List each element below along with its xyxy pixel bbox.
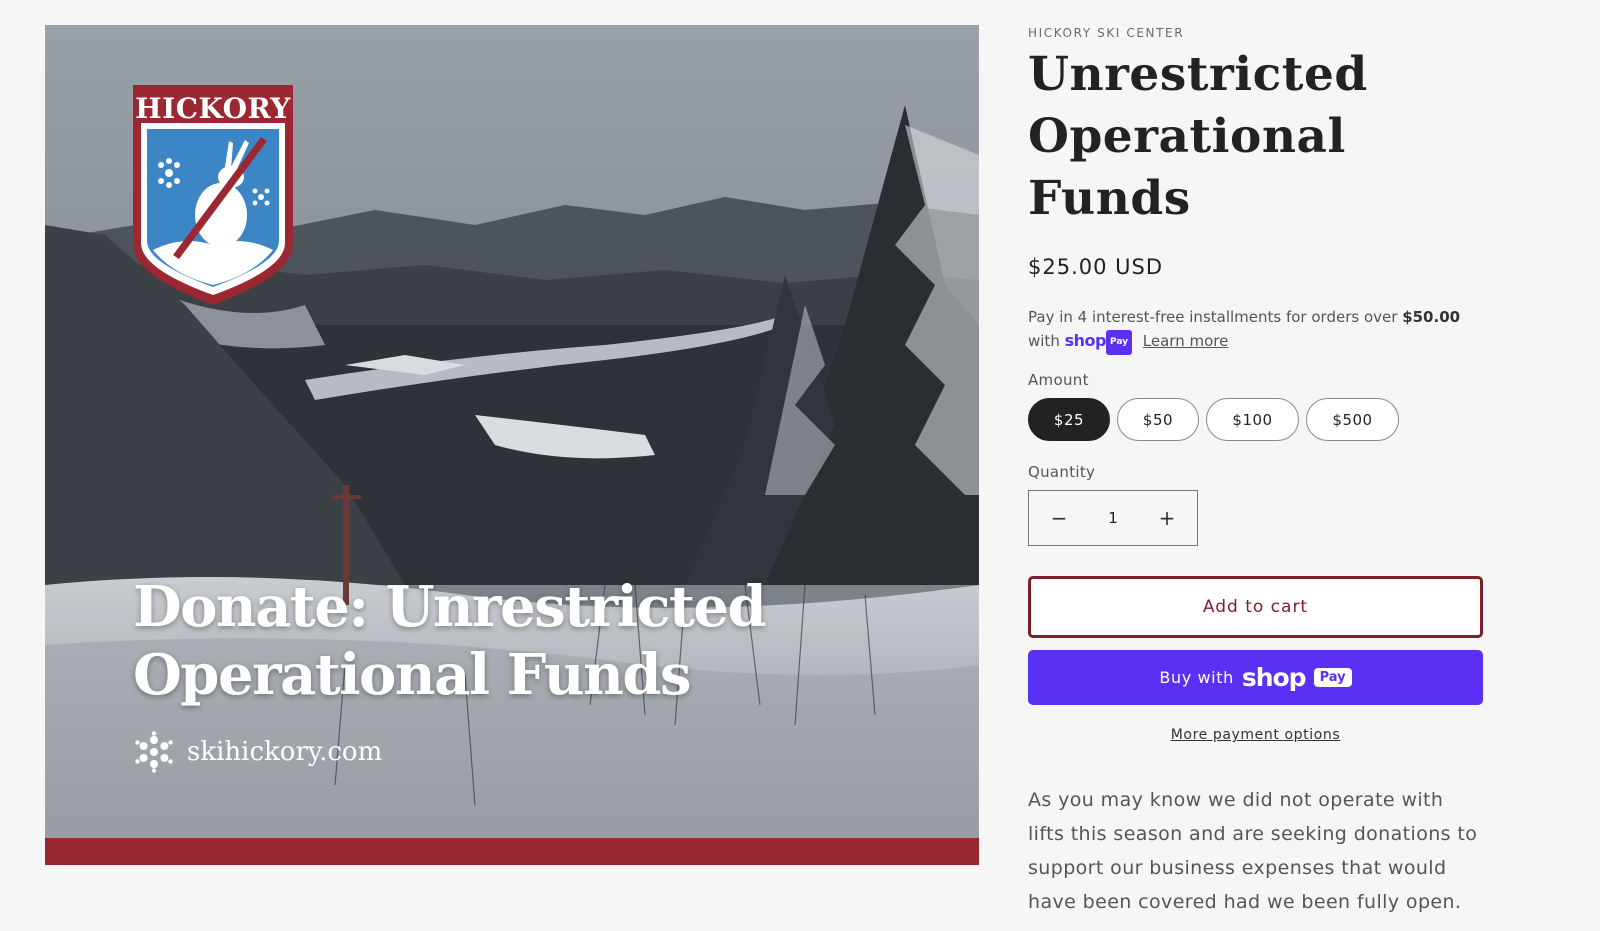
installments-with: with [1028,332,1060,350]
product-title-line-3: Funds [1028,171,1191,226]
crest-wordmark: HICKORY [135,92,291,125]
installments-threshold: $50.00 [1402,308,1461,326]
amount-options: $25 $50 $100 $500 [1028,398,1483,441]
product-title-line-1: Unrestricted [1028,47,1368,102]
quantity-increase-button[interactable]: + [1147,506,1187,530]
installments-message: Pay in 4 interest-free installments for … [1028,306,1483,355]
quantity-input[interactable]: 1 [1108,509,1118,527]
more-payment-options-link[interactable]: More payment options [1028,727,1483,743]
website-url: skihickory.com [187,737,383,767]
product-title-line-2: Operational [1028,109,1346,164]
quantity-label: Quantity [1028,463,1096,481]
image-headline-line-2: Operational Funds [133,642,692,708]
shop-pay-wordmark: shop [1241,663,1307,692]
product-info: HICKORY SKI CENTER Unrestricted Operatio… [1028,26,1483,919]
amount-option-500[interactable]: $500 [1306,398,1399,441]
add-to-cart-label: Add to cart [1202,597,1309,617]
shop-pay-logo: shop [1064,331,1107,350]
image-headline: Donate: Unrestricted Operational Funds [133,573,893,709]
snowflake-icon [135,731,173,773]
shop-pay-badge: Pay [1105,330,1132,355]
product-title: Unrestricted Operational Funds [1028,44,1483,230]
learn-more-link[interactable]: Learn more [1143,332,1229,350]
amount-label: Amount [1028,371,1089,389]
installments-text: Pay in 4 interest-free installments for … [1028,308,1398,326]
image-headline-line-1: Donate: Unrestricted [133,574,767,640]
buy-with-label: Buy with [1159,668,1234,687]
amount-option-25[interactable]: $25 [1028,398,1110,441]
image-footer-band [45,838,979,865]
add-to-cart-button[interactable]: Add to cart [1028,576,1483,638]
image-website: skihickory.com [133,731,382,773]
shop-pay-button-badge: Pay [1313,668,1352,687]
quantity-decrease-button[interactable]: − [1039,506,1079,530]
product-image[interactable]: HICKORY Donate: Unrestricted Operational… [45,25,979,865]
amount-option-50[interactable]: $50 [1117,398,1199,441]
product-vendor: HICKORY SKI CENTER [1028,26,1185,40]
product-description: As you may know we did not operate with … [1028,789,1478,913]
amount-option-100[interactable]: $100 [1206,398,1299,441]
product-price: $25.00 USD [1028,255,1164,279]
quantity-stepper: − 1 + [1028,490,1198,546]
buy-with-shop-pay-button[interactable]: Buy with shop Pay [1028,650,1483,705]
